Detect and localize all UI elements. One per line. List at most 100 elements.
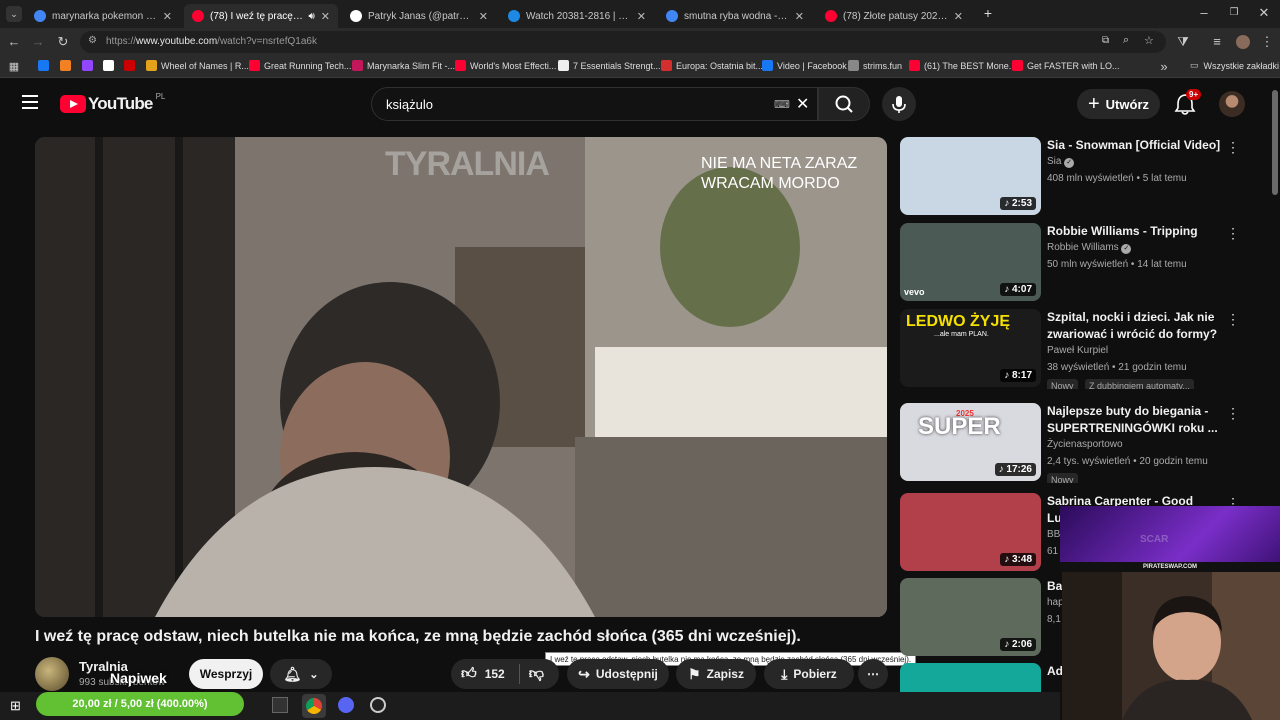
tab-close-icon[interactable]: ✕ <box>954 10 963 23</box>
video-thumbnail[interactable]: LEDWO ŻYJĘ ...ale mam PLAN. ♪ 8:17 <box>900 309 1041 387</box>
create-button[interactable]: + Utwórz <box>1077 89 1160 119</box>
bookmark-item[interactable]: 7 Essentials Strengt... <box>558 60 661 71</box>
video-thumbnail[interactable]: vevo ♪ 4:07 <box>900 223 1041 301</box>
search-box[interactable]: książulo ⌨ ✕ <box>371 87 818 121</box>
browser-menu-icon[interactable]: ⋮ <box>1259 34 1275 50</box>
clear-search-icon[interactable]: ✕ <box>796 94 809 114</box>
keyboard-icon[interactable]: ⌨ <box>774 98 790 111</box>
recommendation-title[interactable]: Najlepsze buty do biegania - SUPERTRENIN… <box>1047 403 1223 437</box>
extensions-icon[interactable]: ⧩ <box>1175 34 1191 50</box>
bookmark-item[interactable]: Get FASTER with LO... <box>1012 60 1120 71</box>
forward-button[interactable]: → <box>30 34 46 50</box>
bookmark-item[interactable]: Marynarka Slim Fit -... <box>352 60 455 71</box>
video-thumbnail[interactable]: ♪ 3:48 <box>900 493 1041 571</box>
bookmark-item[interactable] <box>103 60 118 71</box>
bookmark-item[interactable]: Wheel of Names | R... <box>146 60 249 71</box>
bookmark-item[interactable]: (61) The BEST Mone... <box>909 60 1016 71</box>
guide-menu-icon[interactable] <box>22 95 38 109</box>
more-options-icon[interactable]: ⋮ <box>1226 311 1240 328</box>
dislike-icon[interactable]: 👎︎ <box>529 665 544 683</box>
recommendation-channel[interactable]: Robbie Williams ✓ <box>1047 242 1132 254</box>
profile-avatar[interactable] <box>1236 35 1250 49</box>
bookmark-item[interactable]: Europa: Ostatnia bit... <box>661 60 763 71</box>
discord-app-icon[interactable] <box>338 697 354 713</box>
page-scrollbar[interactable] <box>1272 90 1278 195</box>
browser-tab[interactable]: smutna ryba wodna - Szukaj w ✕ <box>658 4 812 28</box>
bookmark-item[interactable]: Great Running Tech... <box>249 60 351 71</box>
account-avatar[interactable] <box>1219 91 1245 117</box>
address-bar[interactable]: ⚙ https://www.youtube.com/watch?v=nsrtef… <box>80 31 1166 53</box>
apps-grid-icon[interactable]: ▦ <box>6 59 22 75</box>
recommendation-channel[interactable]: Sia ✓ <box>1047 156 1075 168</box>
recommendation-title[interactable]: Sia - Snowman [Official Video] <box>1047 137 1223 154</box>
support-button[interactable]: Wesprzyj <box>189 659 263 689</box>
recommendation-title[interactable]: Robbie Williams - Tripping <box>1047 223 1223 240</box>
more-options-icon[interactable]: ⋮ <box>1226 225 1240 242</box>
browser-tab[interactable]: marynarka pokemon - Szukaj w ✕ <box>26 4 180 28</box>
subscription-bell-button[interactable]: 🔔︎ ⌄ <box>270 659 332 689</box>
tab-close-icon[interactable]: ✕ <box>321 10 330 23</box>
reload-button[interactable]: ↻ <box>55 34 71 50</box>
channel-avatar[interactable] <box>35 657 69 691</box>
search-button[interactable] <box>818 87 870 121</box>
voice-search-button[interactable] <box>882 87 916 121</box>
bookmark-item[interactable] <box>60 60 75 71</box>
browser-tab[interactable]: Watch 20381-2816 | Streamabl ✕ <box>500 4 654 28</box>
recommended-video[interactable]: 2025 SUPER ♪ 17:26 Najlepsze buty do biegan… <box>900 403 1240 483</box>
search-input[interactable]: książulo <box>386 97 433 112</box>
more-options-icon[interactable]: ⋮ <box>1226 139 1240 156</box>
browser-tab[interactable]: (78) I weź tę pracę odstaw, 🔊︎ ✕ <box>184 4 338 28</box>
recommended-video[interactable]: LEDWO ŻYJĘ ...ale mam PLAN. ♪ 8:17 Szpital,… <box>900 309 1240 389</box>
zoom-icon[interactable]: ⌕ <box>1123 34 1129 47</box>
bookmark-star-icon[interactable]: ☆ <box>1144 34 1154 47</box>
bookmark-item[interactable] <box>124 60 139 71</box>
recommended-video[interactable]: vevo ♪ 4:07 Robbie Williams - Tripping Robb… <box>900 223 1240 303</box>
recommended-video[interactable]: ♪ 2:53 Sia - Snowman [Official Video] Sia … <box>900 137 1240 217</box>
browser-tab[interactable]: Patryk Janas (@patrykjanasoffi ✕ <box>342 4 496 28</box>
bookmark-item[interactable] <box>82 60 97 71</box>
back-button[interactable]: ← <box>6 34 22 50</box>
save-button[interactable]: ⚑ Zapisz <box>676 659 756 689</box>
recommendation-channel[interactable]: Życienasportowo <box>1047 439 1123 450</box>
tab-close-icon[interactable]: ✕ <box>479 10 488 23</box>
youtube-wordmark: YouTube <box>88 94 153 113</box>
like-count[interactable]: 152 <box>485 667 505 681</box>
minimize-button[interactable]: – <box>1196 5 1212 21</box>
windows-start-icon[interactable]: ⊞ <box>10 698 21 714</box>
bookmark-item[interactable]: World's Most Effecti... <box>455 60 556 71</box>
youtube-logo[interactable]: YouTube PL <box>60 92 165 114</box>
close-window-button[interactable]: ✕ <box>1256 5 1272 21</box>
install-app-icon[interactable]: ⧉ <box>1102 35 1109 46</box>
new-tab-button[interactable]: + <box>980 5 996 21</box>
more-options-icon[interactable]: ⋮ <box>1226 405 1240 422</box>
bookmark-item[interactable]: Video | Facebook <box>762 60 847 71</box>
video-thumbnail[interactable]: 2025 SUPER ♪ 17:26 <box>900 403 1041 481</box>
terminal-app-icon[interactable] <box>272 697 288 713</box>
tab-close-icon[interactable]: ✕ <box>637 10 646 23</box>
bookmark-item[interactable]: strims.fun <box>848 60 902 71</box>
tab-search-button[interactable]: ⌄ <box>6 6 22 22</box>
share-button[interactable]: ↪ Udostępnij <box>567 659 669 689</box>
recommendation-channel[interactable]: Paweł Kurpiel <box>1047 345 1108 356</box>
bookmark-item[interactable] <box>38 60 53 71</box>
site-info-icon[interactable]: ⚙ <box>88 35 97 46</box>
download-button[interactable]: ⤓ Pobierz <box>764 659 854 689</box>
video-thumbnail[interactable]: ♪ 2:06 <box>900 578 1041 656</box>
all-bookmarks-folder[interactable]: ▭ Wszystkie zakładki <box>1190 60 1279 71</box>
media-control-icon[interactable]: ≡ <box>1209 34 1225 50</box>
more-actions-button[interactable]: ⋯ <box>858 659 888 689</box>
recommendation-title[interactable]: Szpital, nocki i dzieci. Jak nie zwariow… <box>1047 309 1223 343</box>
browser-tab[interactable]: (78) Złote patusy 2025 - YouTu ✕ <box>817 4 971 28</box>
tab-close-icon[interactable]: ✕ <box>163 10 172 23</box>
obs-app-icon[interactable] <box>370 697 386 713</box>
restore-button[interactable]: ❐ <box>1226 5 1242 21</box>
video-thumbnail[interactable]: ♪ 2:53 <box>900 137 1041 215</box>
tab-close-icon[interactable]: ✕ <box>795 10 804 23</box>
video-thumbnail[interactable] <box>900 663 1041 692</box>
video-player[interactable]: TYRALNIA NIE MA NETA ZARAZ WRACAM MORDO <box>35 137 887 617</box>
chrome-app-tile[interactable] <box>302 694 326 718</box>
more-bookmarks-icon[interactable]: » <box>1156 59 1172 75</box>
tab-audio-icon[interactable]: 🔊︎ <box>308 11 314 22</box>
like-icon[interactable]: 👍︎ <box>461 665 477 683</box>
notifications-button[interactable]: 9+ <box>1174 89 1202 116</box>
